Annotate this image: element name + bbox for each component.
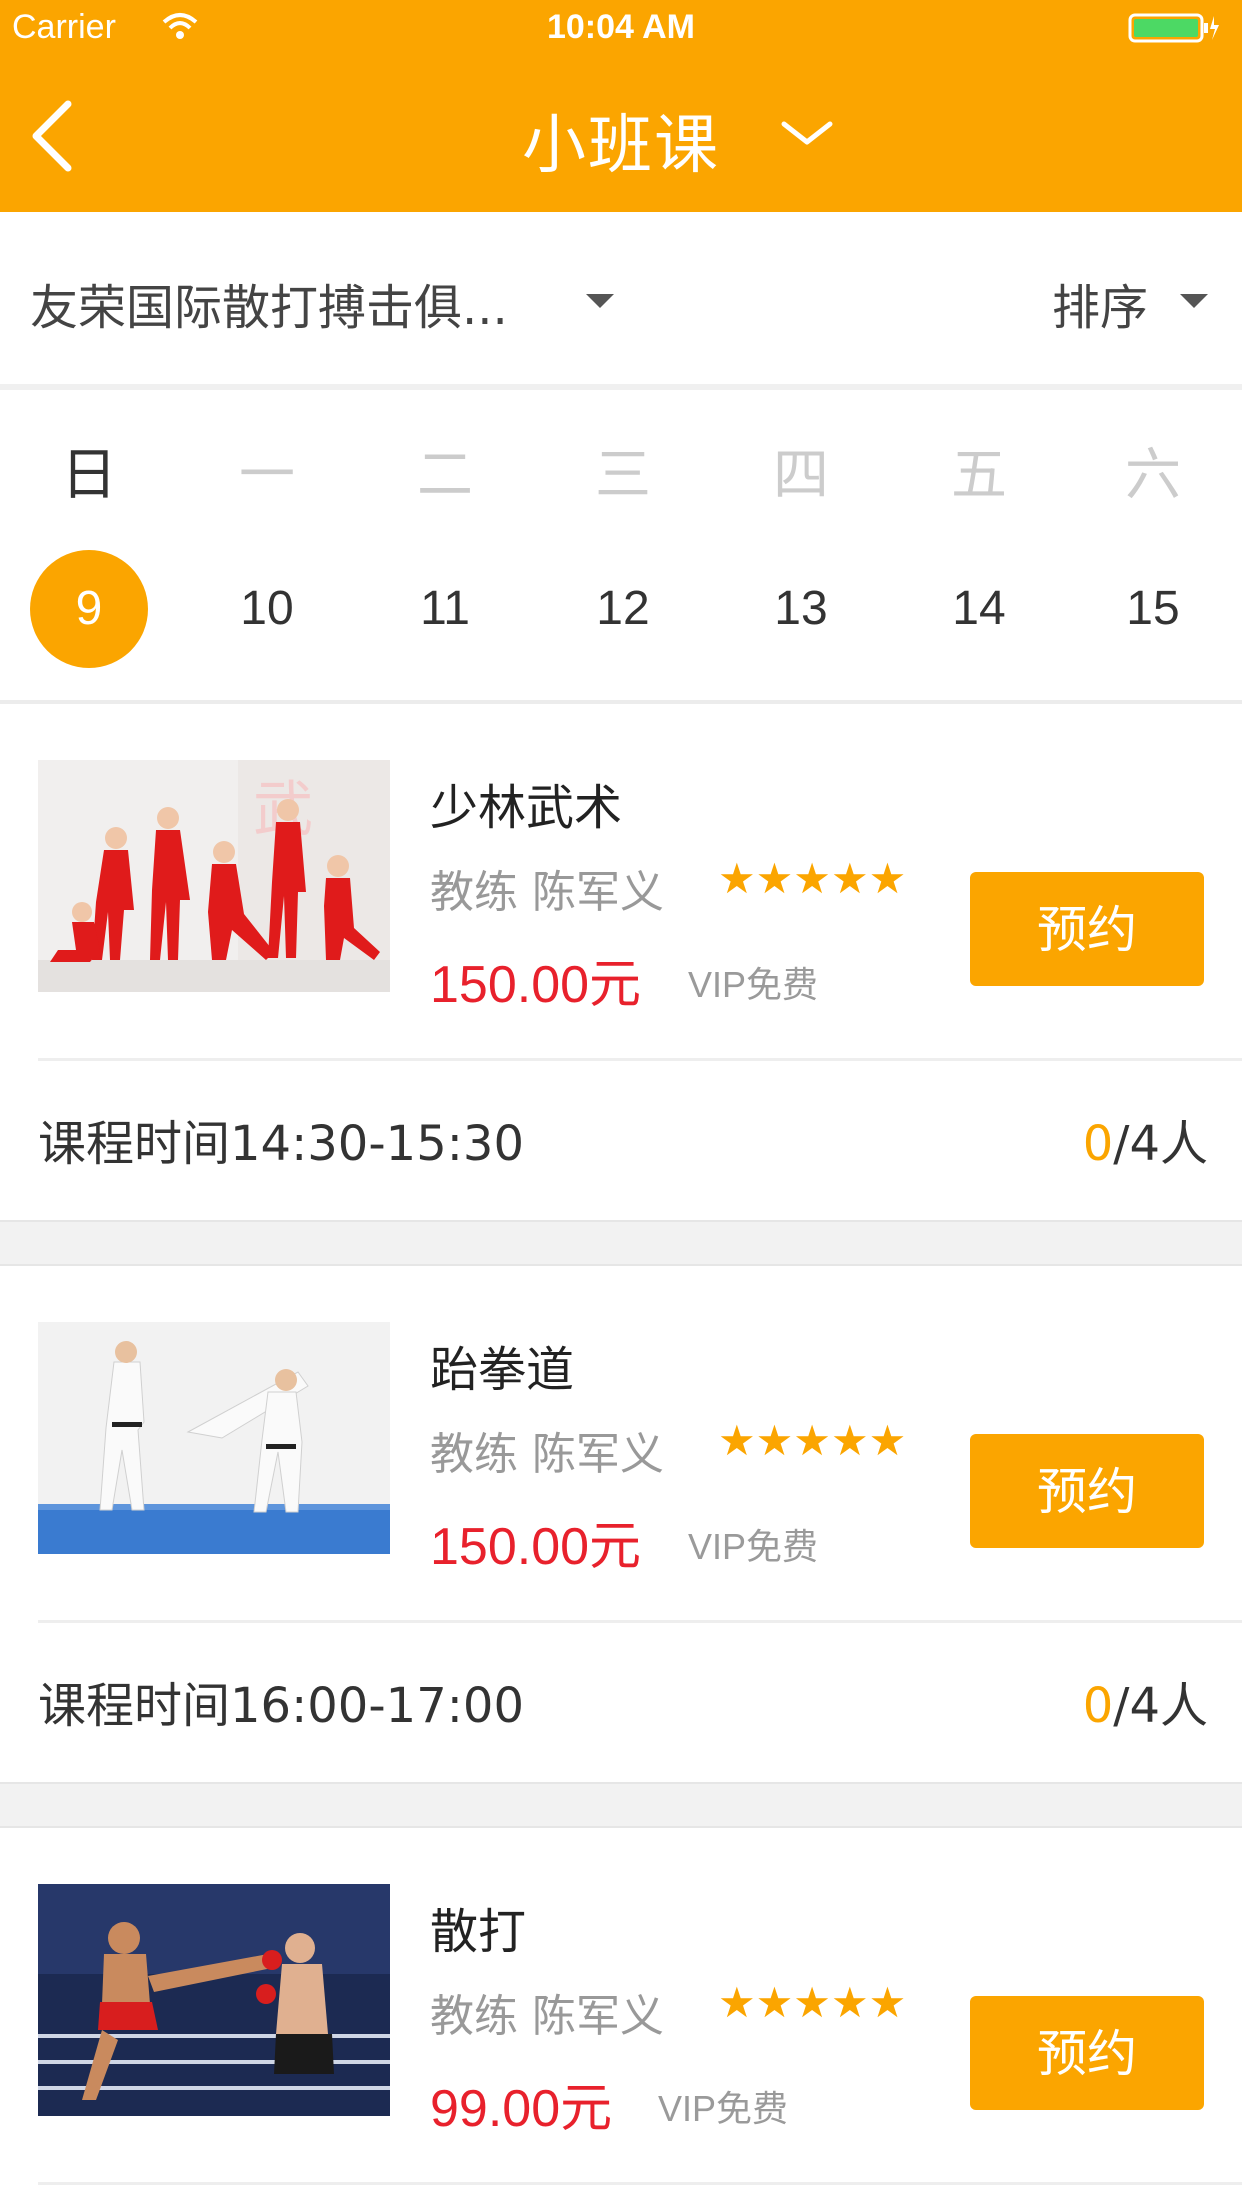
weekday-label: 六 [1125,443,1181,508]
date-selected[interactable]: 9 [30,550,148,668]
course-name: 散打 [430,1904,527,1960]
course-price: 150.00元 [430,956,642,1014]
caret-down-icon[interactable] [586,294,614,308]
day-column[interactable]: 二 11 [356,390,534,700]
day-column[interactable]: 三 12 [534,390,712,700]
weekday-label: 一 [239,443,295,508]
divider [38,1620,1242,1623]
booked-count: 0 [1082,1116,1114,1172]
capacity-total: /4人 [1113,1116,1208,1172]
weekday-label: 二 [417,443,473,508]
top-bar: Carrier 10:04 AM 小班课 [0,0,1242,212]
week-calendar: 日 9 一 10 二 11 三 12 四 13 五 14 六 15 [0,390,1242,704]
date-number[interactable]: 14 [920,550,1038,668]
vip-note: VIP免费 [688,1526,819,1567]
course-card[interactable]: 散打 教练 陈军义 ★★★★★ 99.00元 VIP免费 预约 [0,1828,1242,2208]
course-image: 武 [38,760,390,992]
battery-icon [1128,13,1219,43]
card-separator [0,1220,1242,1266]
weekday-label: 五 [951,443,1007,508]
filter-bar: 友荣国际散打搏击俱... 排序 [0,212,1242,392]
vip-note: VIP免费 [688,964,819,1005]
divider [38,1058,1242,1061]
book-button[interactable]: 预约 [970,1996,1204,2110]
day-column[interactable]: 日 9 [0,390,178,700]
chevron-down-icon[interactable] [778,112,836,152]
day-column[interactable]: 五 14 [890,390,1068,700]
day-column[interactable]: 一 10 [178,390,356,700]
card-separator [0,1782,1242,1828]
status-bar: Carrier 10:04 AM [0,0,1242,56]
star-rating: ★★★★★ [718,1416,907,1465]
coach-name: 教练 陈军义 [430,867,664,918]
date-number[interactable]: 15 [1094,550,1212,668]
course-time: 课程时间14:30-15:30 [38,1116,524,1172]
course-price: 150.00元 [430,1518,642,1576]
day-column[interactable]: 六 15 [1064,390,1242,700]
course-image [38,1322,390,1554]
caret-down-icon[interactable] [1180,294,1208,308]
date-number[interactable]: 11 [386,550,504,668]
status-time: 10:04 AM [546,8,696,46]
capacity: 0/4人 [1083,1666,1208,1736]
club-selector[interactable]: 友荣国际散打搏击俱... [30,268,508,338]
divider [38,2182,1242,2185]
capacity-total: /4人 [1113,1678,1208,1734]
star-rating: ★★★★★ [718,854,907,903]
vip-note: VIP免费 [658,2088,789,2129]
course-time: 课程时间16:00-17:00 [38,1678,524,1734]
coach-name: 教练 陈军义 [430,1429,664,1480]
coach-name: 教练 陈军义 [430,1991,664,2042]
weekday-label: 日 [61,443,117,508]
course-card[interactable]: 跆拳道 教练 陈军义 ★★★★★ 150.00元 VIP免费 预约 课程时间16… [0,1266,1242,1782]
course-image [38,1884,390,2116]
nav-bar: 小班课 [0,56,1242,212]
book-button[interactable]: 预约 [970,1434,1204,1548]
date-number[interactable]: 12 [564,550,682,668]
weekday-label: 四 [773,443,829,508]
sort-selector[interactable]: 排序 [1052,268,1148,338]
course-card[interactable]: 武 少林武术 教练 陈军义 ★★★★★ 150.00元 VIP免费 预约 课程时… [0,704,1242,1220]
course-price: 99.00元 [430,2080,613,2138]
weekday-label: 三 [595,443,651,508]
capacity: 0/4人 [1083,1104,1208,1174]
course-name: 跆拳道 [430,1342,575,1398]
date-number[interactable]: 13 [742,550,860,668]
book-button[interactable]: 预约 [970,872,1204,986]
page-title[interactable]: 小班课 [0,94,1242,186]
star-rating: ★★★★★ [718,1978,907,2027]
booked-count: 0 [1082,1678,1114,1734]
date-number[interactable]: 10 [208,550,326,668]
course-name: 少林武术 [430,780,623,836]
day-column[interactable]: 四 13 [712,390,890,700]
